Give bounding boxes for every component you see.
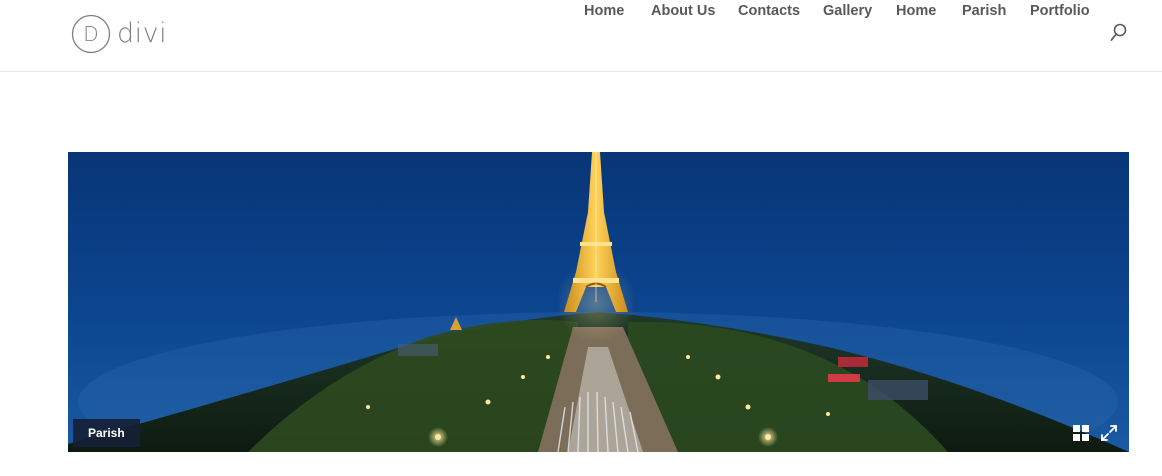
grid-icon[interactable] (1071, 423, 1091, 443)
nav-item-about-us[interactable]: About Us (651, 0, 715, 22)
logo[interactable]: D divi (71, 13, 167, 55)
nav-item-home-2[interactable]: Home (896, 0, 936, 22)
hero-image[interactable]: Parish (68, 152, 1129, 452)
category-badge[interactable]: Parish (73, 419, 140, 447)
nav-item-parish[interactable]: Parish (962, 0, 1006, 22)
nav-item-portfolio[interactable]: Portfolio (1030, 0, 1090, 22)
search-icon[interactable] (1110, 23, 1128, 43)
expand-icon[interactable] (1099, 423, 1119, 443)
nav-item-contacts[interactable]: Contacts (738, 0, 800, 22)
logo-text: divi (117, 18, 168, 49)
logo-mark-icon: D (71, 14, 111, 54)
eiffel-tower-panorama-image (68, 152, 1129, 452)
logo-letter: D (83, 22, 98, 46)
site-header: D divi Home About Us Contacts Gallery Ho… (0, 0, 1162, 72)
nav-item-home[interactable]: Home (584, 0, 624, 22)
nav-item-gallery[interactable]: Gallery (823, 0, 872, 22)
